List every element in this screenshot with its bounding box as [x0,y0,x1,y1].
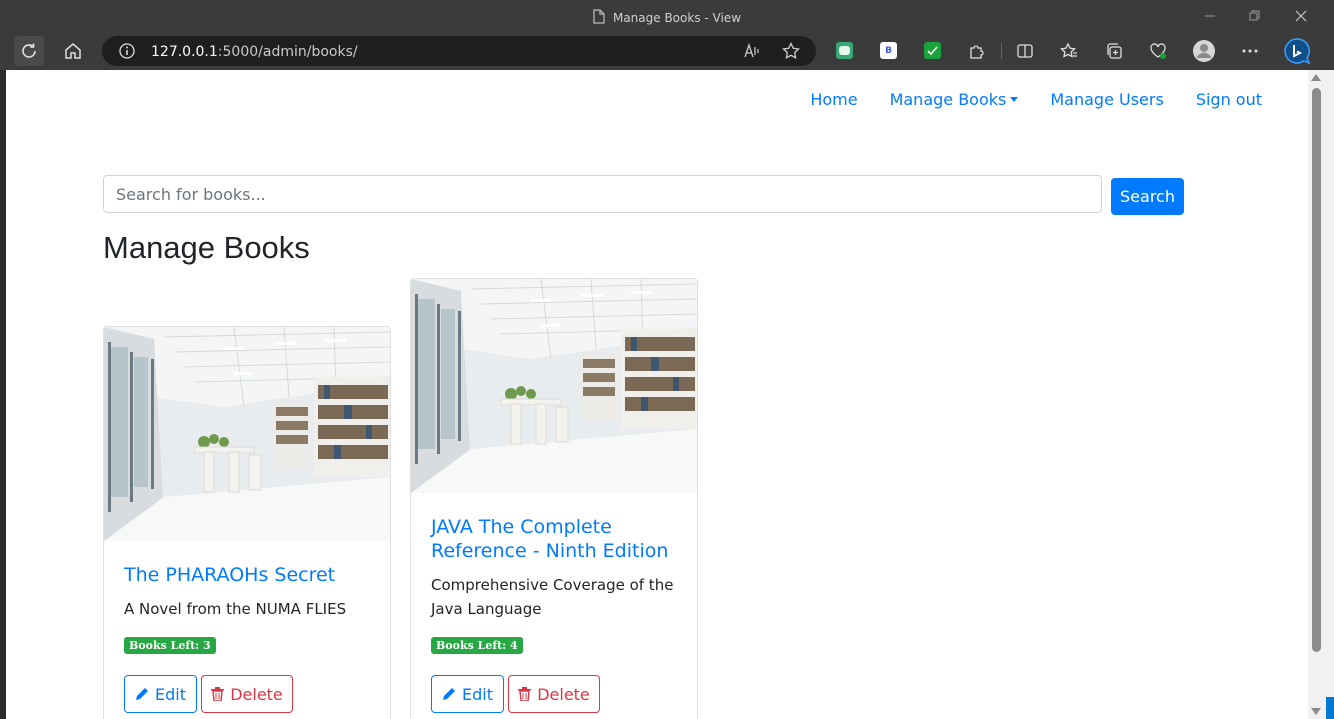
home-icon[interactable] [58,36,88,66]
window-title: Manage Books - View [0,9,1334,25]
scroll-up-icon[interactable] [1311,74,1321,81]
edit-label: Edit [155,684,186,704]
book-card: JAVA The Complete Reference - Ninth Edit… [410,278,698,719]
trash-icon [518,687,532,701]
window-title-text: Manage Books - View [612,11,742,25]
badge-wrap: Books Left: 4 [431,634,677,654]
book-title[interactable]: JAVA The Complete Reference - Ninth Edit… [431,515,677,563]
refresh-icon[interactable] [14,36,44,66]
nav-manage-users[interactable]: Manage Users [1050,90,1163,109]
search-input[interactable] [103,175,1102,213]
check-extension-icon[interactable] [924,42,941,59]
page-viewport: Home Manage Books Manage Users Sign out … [6,70,1308,719]
toolbar-separator [1001,43,1002,59]
chat-extension-icon[interactable] [836,42,853,59]
split-screen-icon[interactable] [1010,36,1040,66]
nav-home[interactable]: Home [810,90,857,109]
profile-avatar-icon[interactable] [1189,36,1219,66]
scrollbar-thumb[interactable] [1312,88,1321,652]
edit-button[interactable]: Edit [124,675,197,713]
pencil-icon [443,688,455,700]
scroll-down-icon[interactable] [1311,708,1321,715]
collections-icon[interactable] [1099,36,1129,66]
health-icon[interactable] [1143,36,1173,66]
badge-wrap: Books Left: 3 [124,634,370,654]
restore-icon[interactable] [1243,6,1267,26]
info-icon[interactable] [119,43,135,59]
nav-manage-books-dropdown[interactable]: Manage Books [890,90,1019,109]
library-image [411,279,697,493]
close-icon[interactable] [1289,6,1313,26]
book-title[interactable]: The PHARAOHs Secret [124,563,370,587]
url-host: 127.0.0.1 [151,44,218,60]
favorite-star-icon[interactable] [782,42,800,60]
page-scrollbar[interactable] [1308,70,1334,719]
book-description: A Novel from the NUMA FLIES [124,600,347,618]
caret-down-icon [1010,97,1019,102]
url-path: :5000/admin/books/ [217,44,358,60]
bing-icon[interactable] [1282,36,1312,66]
books-left-badge: Books Left: 4 [431,637,523,654]
page-title: Manage Books [103,230,310,265]
b-extension-label: B [885,45,892,56]
card-body: The PHARAOHs Secret A Novel from the NUM… [104,563,390,713]
more-icon[interactable] [1235,36,1265,66]
favorites-icon[interactable] [1054,36,1084,66]
delete-label: Delete [537,684,590,704]
books-left-badge: Books Left: 3 [124,637,216,654]
taskbar-edge [1326,697,1334,719]
minimize-icon[interactable] [1198,6,1222,26]
url-text[interactable]: 127.0.0.1:5000/admin/books/ [151,44,358,60]
puzzle-extension-icon[interactable] [962,36,992,66]
top-nav: Home Manage Books Manage Users Sign out [778,90,1262,109]
nav-sign-out[interactable]: Sign out [1196,90,1262,109]
browser-title-bar: Manage Books - View [0,0,1334,32]
address-bar[interactable]: 127.0.0.1:5000/admin/books/ [102,36,816,66]
card-actions: Edit Delete [431,675,677,713]
library-image [104,327,390,541]
page-icon [593,9,605,24]
browser-toolbar: 127.0.0.1:5000/admin/books/ B [0,32,1334,70]
edit-label: Edit [462,684,493,704]
pencil-icon [136,688,148,700]
delete-label: Delete [230,684,283,704]
book-description: Comprehensive Coverage of the Java Langu… [431,576,674,618]
delete-button[interactable]: Delete [201,675,293,713]
read-aloud-icon[interactable] [743,43,761,59]
trash-icon [211,687,225,701]
book-card: The PHARAOHs Secret A Novel from the NUM… [103,326,391,719]
b-extension-icon[interactable]: B [880,42,897,59]
card-body: JAVA The Complete Reference - Ninth Edit… [411,515,697,713]
edit-button[interactable]: Edit [431,675,504,713]
card-actions: Edit Delete [124,675,370,713]
nav-manage-books-label: Manage Books [889,90,1007,109]
delete-button[interactable]: Delete [508,675,600,713]
search-button[interactable]: Search [1111,178,1184,215]
